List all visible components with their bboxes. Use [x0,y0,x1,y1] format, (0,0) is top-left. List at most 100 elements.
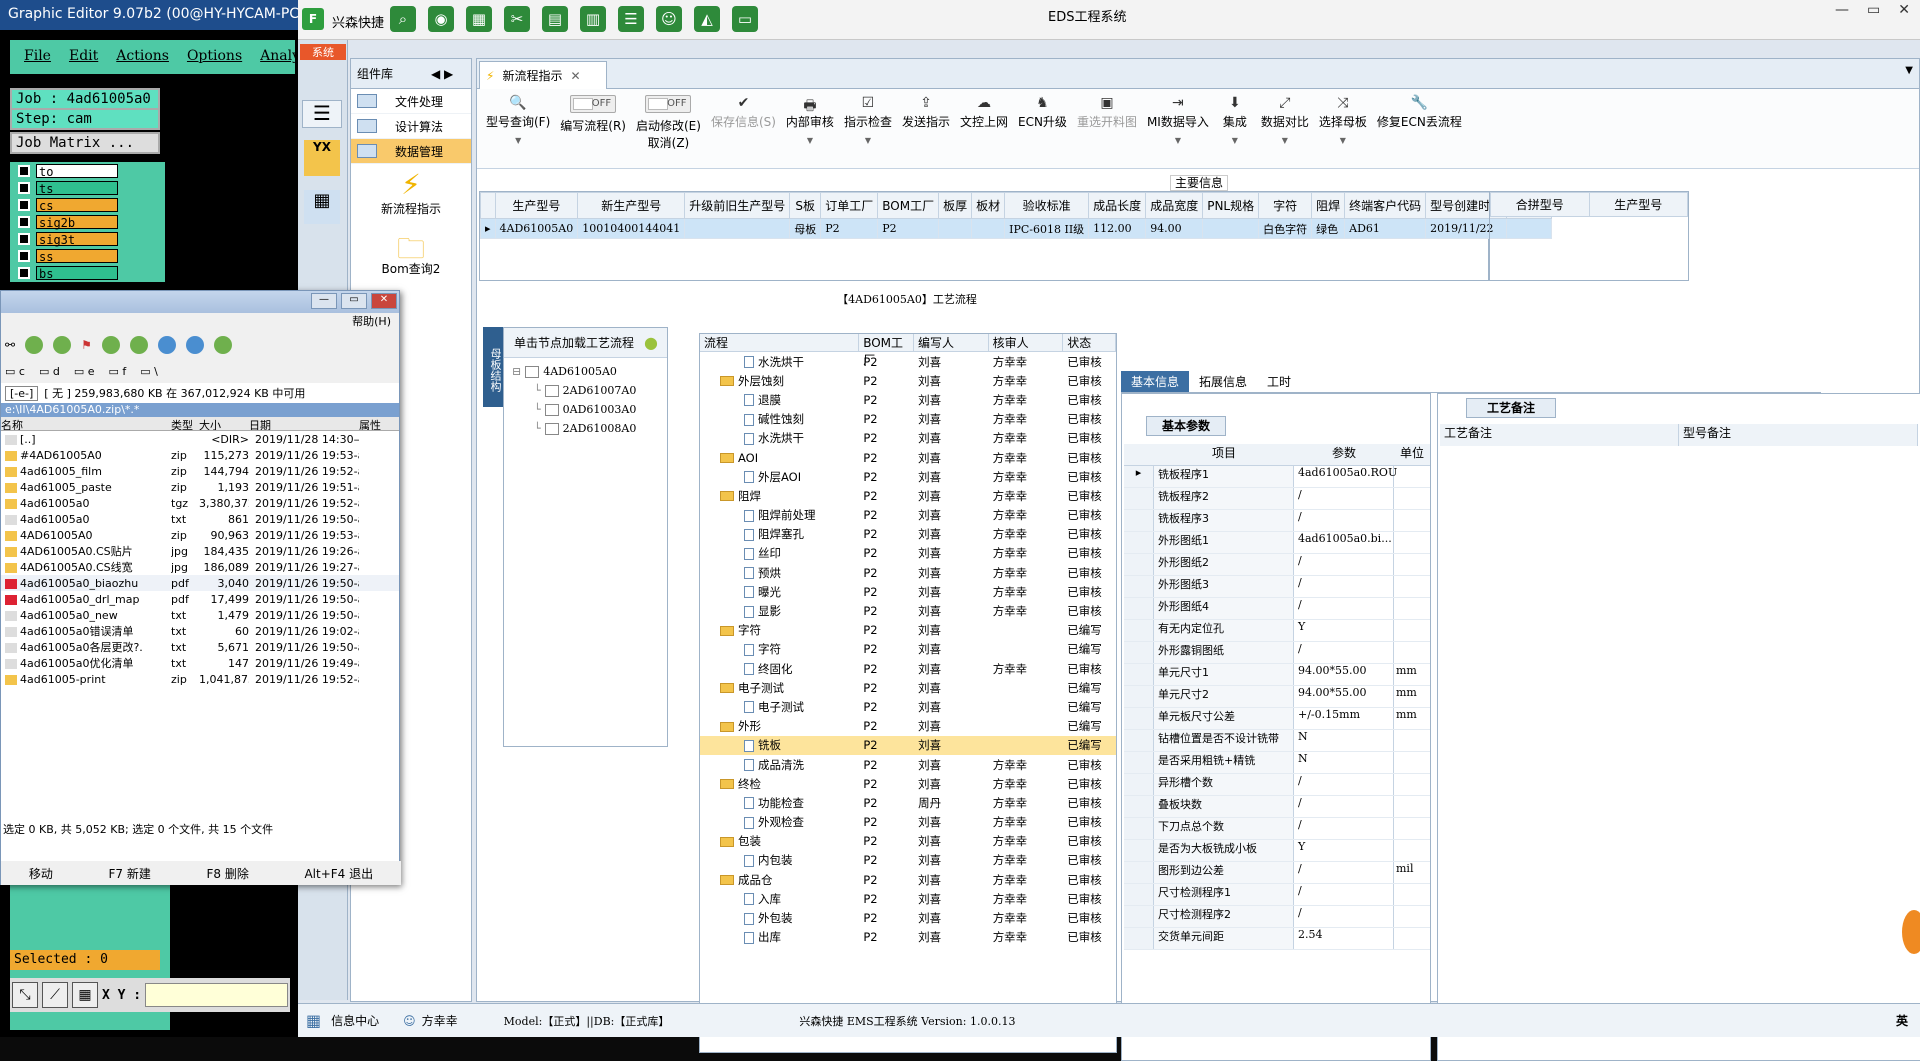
search-icon[interactable]: ⌕ [390,6,416,32]
toolbar-button-5[interactable]: ☑ 指示检查 ▼ [839,95,897,145]
dropdown-icon[interactable]: ▼ [865,136,871,145]
column-header[interactable]: 状态 [1063,334,1116,351]
param-row[interactable]: 叠板块数 / [1124,796,1430,818]
ge-job-matrix-button[interactable]: Job Matrix ... [10,132,160,154]
param-value[interactable]: / [1294,598,1394,619]
minimize-icon[interactable]: — [1835,2,1849,18]
drive-button[interactable]: ▭ c [5,365,25,378]
toolbar-button-7[interactable]: ☁ 文控上网 [955,95,1013,130]
column-header[interactable]: BOM工厂 [877,192,940,219]
yx-icon[interactable]: YX [304,140,340,176]
ge-layer-row[interactable]: ts [10,180,165,196]
grid-icon[interactable]: ▦ [466,6,492,32]
file-row[interactable]: 4AD61005A0.CS线宽 jpg 186,089 2019/11/26 19:2… [1,559,399,575]
chart-icon[interactable]: ▥ [580,6,606,32]
param-row[interactable]: 铣板程序3/ [1124,510,1430,532]
ge-menu-actions[interactable]: Actions [116,48,169,66]
toolbar-button-12[interactable]: ⤢ 数据对比 ▼ [1256,95,1314,145]
toolbar-button-14[interactable]: 🔧 修复ECN丢流程 [1372,95,1467,130]
param-row[interactable]: 外形图纸1 4ad61005a0.bi... [1124,532,1430,554]
toolbar-button-10[interactable]: ⇥ MI数据导入 ▼ [1142,95,1214,145]
param-value[interactable]: N [1294,730,1394,751]
column-header[interactable]: 成品长度 [1088,192,1147,219]
table-row[interactable]: 包装 P2 刘喜 方幸幸 已审核 [700,832,1116,851]
param-value[interactable]: / [1294,510,1394,531]
toolbar-button-1[interactable]: OFF 编写流程(R) [555,95,631,134]
tab-info-0[interactable]: 基本信息 [1121,371,1190,392]
ge-measure-icon[interactable]: ⟋ [42,982,68,1008]
file-row[interactable]: 4ad61005a0_biaozhu pdf 3,040 2019/11/26 19:… [1,575,399,591]
param-value[interactable]: / [1294,576,1394,597]
table-row[interactable]: 丝印 P2 刘喜 方幸幸 已审核 [700,544,1116,563]
column-header[interactable]: S板 [789,192,822,219]
param-row[interactable]: 铣板程序2/ [1124,488,1430,510]
checkbox-icon[interactable] [18,182,30,194]
function-key[interactable]: Alt+F4 退出 [304,865,373,882]
dropdown-icon[interactable]: ▼ [1340,136,1346,145]
notes-title[interactable]: 工艺备注 [1466,398,1556,418]
checkbox-icon[interactable] [18,233,30,245]
ge-zoom-icon[interactable]: ⤡ [12,982,38,1008]
table-row[interactable]: 成品清洗 P2 刘喜 方幸幸 已审核 [700,755,1116,774]
toolbar-button-6[interactable]: ⇪ 发送指示 [897,95,955,130]
settings-icon[interactable] [213,336,232,354]
param-value[interactable]: / [1294,488,1394,509]
param-row[interactable]: 图形到边公差 / mil [1124,862,1430,884]
param-row[interactable]: 是否采用粗铣+精铣 N [1124,752,1430,774]
excel-icon[interactable] [25,336,44,354]
file-row[interactable]: 4ad61005a0各层更改?. txt 5,671 2019/11/26 19:50… [1,639,399,655]
ge-layer-row[interactable]: sig3t [10,231,165,247]
param-row[interactable]: 下刀点总个数 / [1124,818,1430,840]
param-value[interactable]: N [1294,752,1394,773]
table-row[interactable]: 内包装 P2 刘喜 方幸幸 已审核 [700,851,1116,870]
drive-button[interactable]: ▭ \ [140,365,158,378]
table-row[interactable]: 铣板 P2 刘喜 已编写 [700,735,1116,755]
drive-select[interactable]: [-e-] [5,385,39,401]
new-process-shortcut[interactable]: ⚡ 新流程指示 [351,164,471,224]
toolbar-button-3[interactable]: ✔ 保存信息(S) [706,95,781,130]
column-header[interactable]: 订单工厂 [820,192,879,219]
column-header[interactable]: 名称 [1,417,171,430]
column-header[interactable]: 流程 [700,334,860,351]
table-row[interactable]: 阻焊前处理 P2 刘喜 方幸幸 已审核 [700,506,1116,525]
tab-new-process[interactable]: ⚡ 新流程指示 ✕ [479,61,607,89]
param-row[interactable]: 外形露铜图纸 / [1124,642,1430,664]
file-row[interactable]: 4AD61005A0 zip 90,963 2019/11/26 19:53-a— [1,527,399,543]
param-value[interactable]: / [1294,774,1394,795]
close-icon[interactable]: ✕ [1898,2,1910,18]
ge-layer-row[interactable]: sig2b [10,214,165,230]
param-value[interactable]: 4ad61005a0.ROU [1294,466,1397,487]
checkbox-icon[interactable] [18,250,30,262]
toolbar-button-8[interactable]: ♞ ECN升级 [1013,95,1072,130]
file-row[interactable]: [..] <DIR> 2019/11/28 14:30— [1,431,399,447]
param-row[interactable]: 尺寸检测程序1/ [1124,884,1430,906]
column-header[interactable]: 大小 [199,417,249,430]
excel-icon[interactable] [53,336,72,354]
table-row[interactable]: 字符 P2 刘喜 已编写 [700,621,1116,640]
sidebar-item-file[interactable]: 文件处理 [351,89,471,114]
ime-indicator[interactable]: 英 [1896,1012,1908,1029]
dropdown-icon[interactable]: ▼ [515,136,521,145]
column-header[interactable]: 生产型号 [494,192,579,219]
table-row[interactable]: 电子测试 P2 刘喜 已编写 [700,678,1116,697]
column-header[interactable]: 阻焊 [1311,192,1346,219]
checkbox-icon[interactable] [18,267,30,279]
system-tab[interactable]: 系统 [300,44,346,60]
column-header[interactable]: 新生产型号 [577,192,686,219]
param-row[interactable]: 单元尺寸1 94.00*55.00 mm [1124,664,1430,686]
ge-layer-row[interactable]: ss [10,248,165,264]
ge-layer-row[interactable]: cs [10,197,165,213]
menu-icon[interactable]: ☰ [302,100,342,128]
param-row[interactable]: 尺寸检测程序2/ [1124,906,1430,928]
table-row[interactable]: 功能检查 P2 周丹 方幸幸 已审核 [700,793,1116,812]
user-icon[interactable]: ☺ [656,6,682,32]
area-chart-icon[interactable]: ◭ [694,6,720,32]
maximize-icon[interactable]: ▭ [341,293,367,309]
status-info-center[interactable]: 信息中心 [331,1012,379,1029]
table-row[interactable]: 阻焊 P2 刘喜 方幸幸 已审核 [700,486,1116,505]
monitor-icon[interactable]: ▭ [732,6,758,32]
dropdown-icon[interactable]: ▼ [807,136,813,145]
column-header[interactable]: PNL规格 [1202,192,1260,219]
function-key[interactable]: 移动 [29,865,53,882]
grid-icon[interactable]: ▦ [306,1011,321,1030]
